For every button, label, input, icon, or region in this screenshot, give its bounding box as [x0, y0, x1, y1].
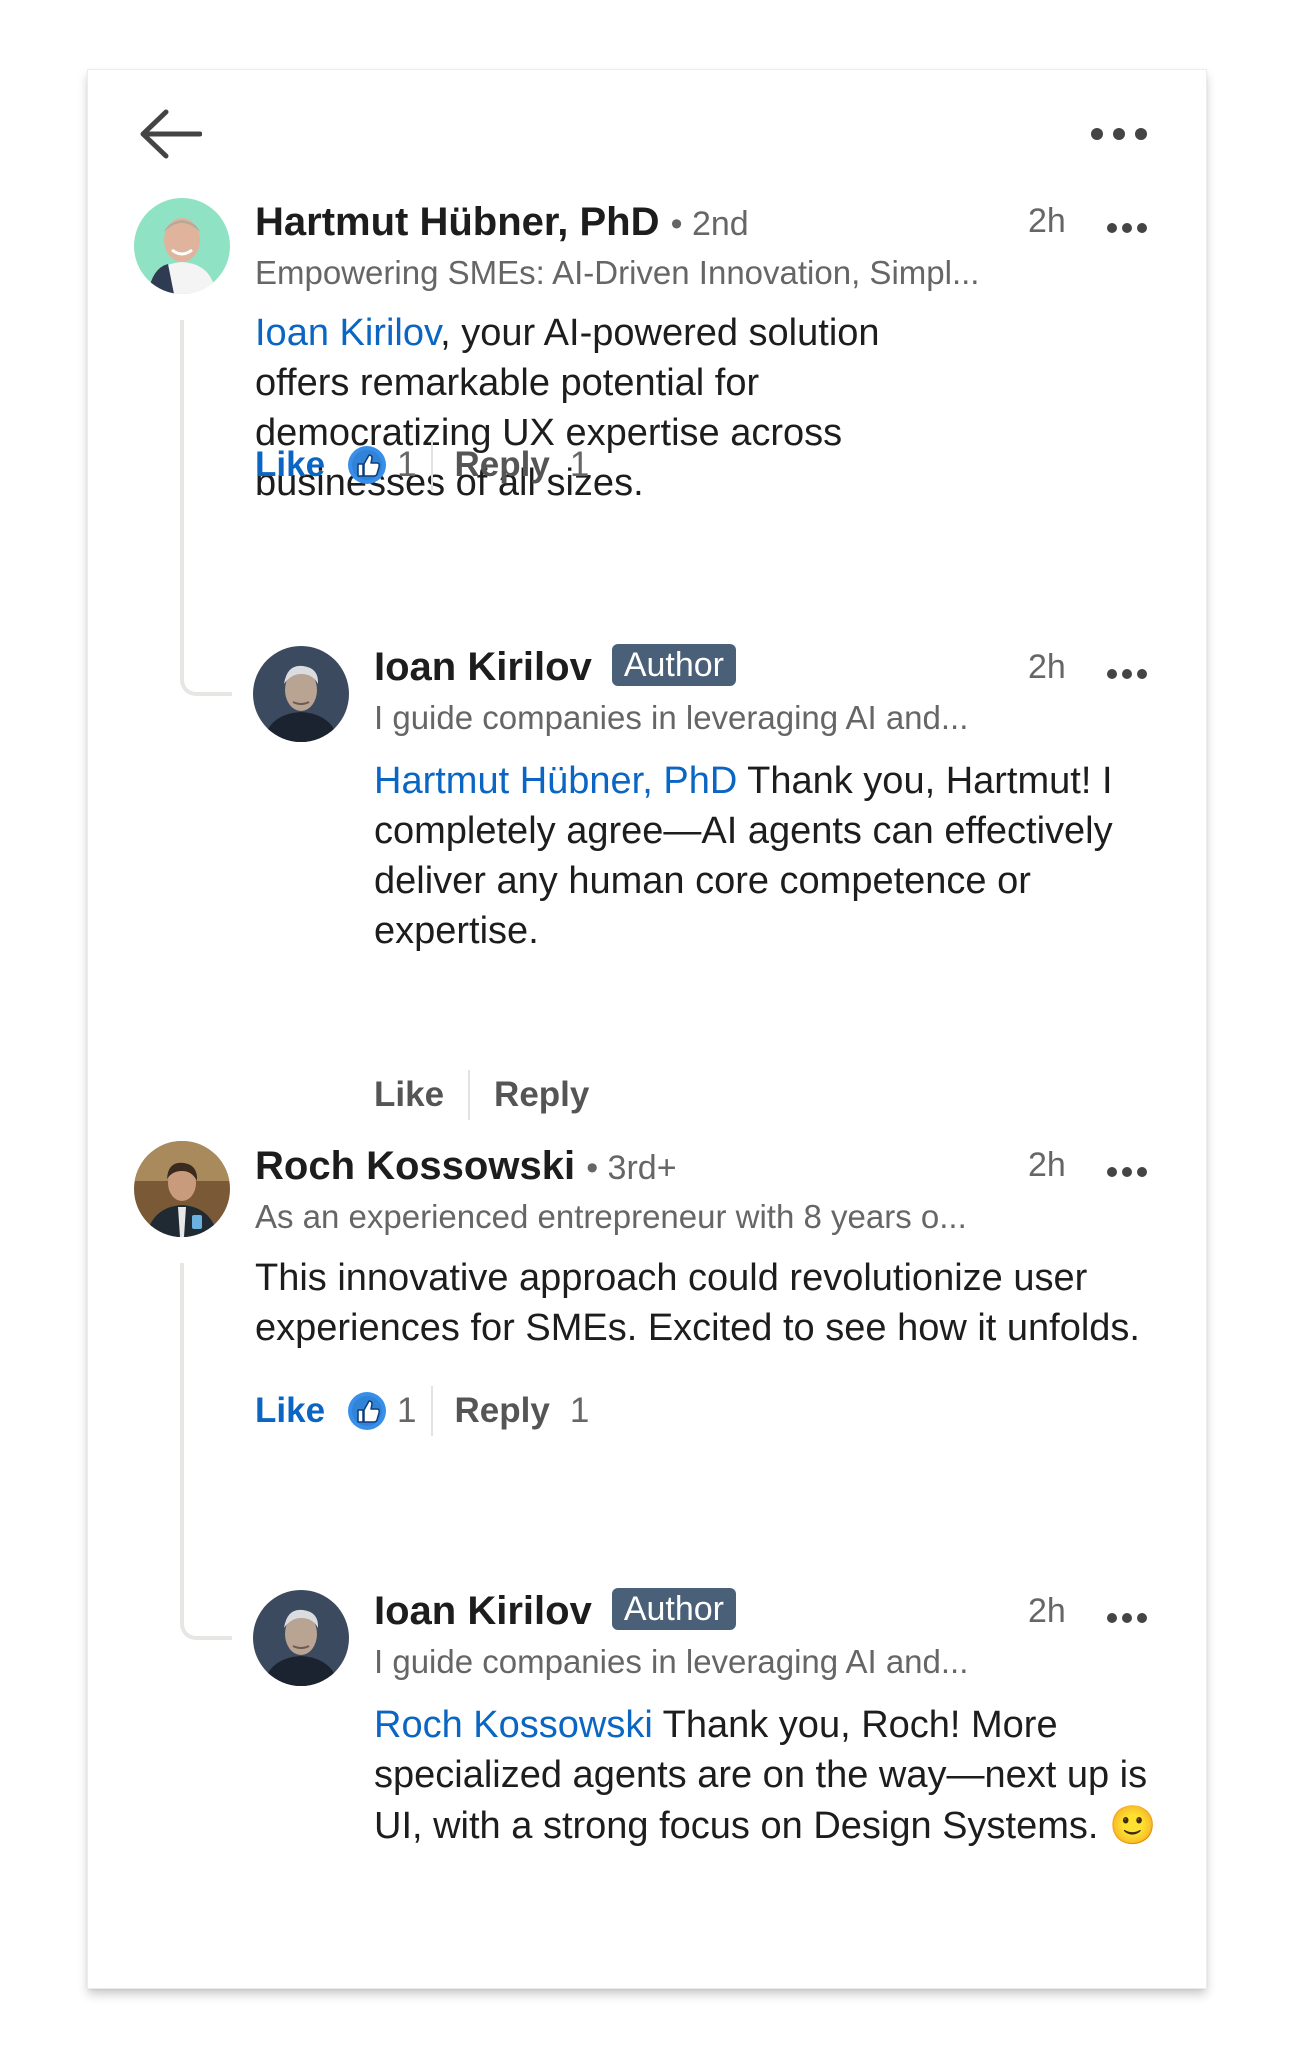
avatar[interactable] — [134, 198, 230, 294]
avatar[interactable] — [134, 1141, 230, 1237]
author-name[interactable]: Ioan Kirilov — [374, 645, 592, 689]
comment-text: Roch Kossowski Thank you, Roch! More spe… — [374, 1700, 1164, 1851]
reply-count: 1 — [569, 1391, 590, 1430]
smile-emoji-icon: 🙂 — [1108, 1803, 1157, 1847]
comment-body: This innovative approach could revolutio… — [255, 1257, 1140, 1349]
author-headline: I guide companies in leveraging AI and..… — [374, 699, 969, 736]
like-button[interactable]: Like — [374, 1075, 444, 1115]
author-name[interactable]: Hartmut Hübner, PhD — [255, 200, 659, 244]
like-button[interactable]: Like — [255, 1391, 325, 1431]
comment-author[interactable]: Hartmut Hübner, PhD • 2nd — [255, 200, 749, 245]
reply-button[interactable]: Reply — [455, 445, 550, 485]
mention-link[interactable]: Ioan Kirilov — [255, 312, 440, 354]
timestamp: 2h — [1028, 1592, 1066, 1630]
comment-actions: Like 1 Reply 1 — [255, 1386, 589, 1436]
comment-author[interactable]: Roch Kossowski • 3rd+ — [255, 1144, 677, 1189]
avatar[interactable] — [253, 1590, 349, 1686]
connection-degree: • 2nd — [670, 205, 749, 243]
comment-actions: Like 1 Reply 1 — [255, 440, 589, 490]
comment-more-icon[interactable] — [1105, 221, 1149, 235]
timestamp: 2h — [1028, 202, 1066, 240]
reply-button[interactable]: Reply — [455, 1391, 550, 1431]
thread-line — [180, 1263, 232, 1640]
author-badge: Author — [611, 644, 736, 687]
mention-link[interactable]: Hartmut Hübner, PhD — [374, 760, 737, 802]
comment-author[interactable]: Ioan Kirilov Author — [374, 644, 736, 690]
like-reaction-icon[interactable] — [347, 1391, 387, 1431]
like-count: 1 — [397, 445, 417, 484]
reply-button[interactable]: Reply — [494, 1075, 589, 1115]
comment-more-icon[interactable] — [1105, 1611, 1149, 1625]
divider — [430, 1386, 433, 1436]
comment-text: Hartmut Hübner, PhD Thank you, Hartmut! … — [374, 756, 1154, 956]
author-headline: Empowering SMEs: AI-Driven Innovation, S… — [255, 254, 980, 291]
divider — [430, 440, 433, 490]
like-reaction-icon[interactable] — [347, 445, 387, 485]
comment-more-icon[interactable] — [1105, 1165, 1149, 1179]
connection-degree: • 3rd+ — [586, 1149, 677, 1187]
author-headline: As an experienced entrepreneur with 8 ye… — [255, 1198, 967, 1235]
author-badge: Author — [611, 1588, 736, 1631]
back-arrow-icon[interactable] — [138, 108, 203, 160]
like-count: 1 — [397, 1391, 417, 1430]
timestamp: 2h — [1028, 1146, 1066, 1184]
divider — [468, 1070, 471, 1120]
thread-line — [180, 320, 232, 696]
author-headline: I guide companies in leveraging AI and..… — [374, 1643, 969, 1680]
avatar[interactable] — [253, 646, 349, 742]
mention-link[interactable]: Roch Kossowski — [374, 1704, 653, 1746]
timestamp: 2h — [1028, 648, 1066, 686]
comment-more-icon[interactable] — [1105, 667, 1149, 681]
comment-author[interactable]: Ioan Kirilov Author — [374, 1588, 736, 1634]
comment-actions: Like Reply — [374, 1070, 589, 1120]
reply-count: 1 — [569, 445, 590, 484]
author-name[interactable]: Roch Kossowski — [255, 1144, 575, 1188]
author-name[interactable]: Ioan Kirilov — [374, 1589, 592, 1633]
more-options-icon[interactable] — [1087, 122, 1151, 146]
like-button[interactable]: Like — [255, 445, 325, 485]
comments-panel: Hartmut Hübner, PhD • 2nd 2h Empowering … — [88, 70, 1206, 1988]
comment-text: This innovative approach could revolutio… — [255, 1253, 1165, 1353]
